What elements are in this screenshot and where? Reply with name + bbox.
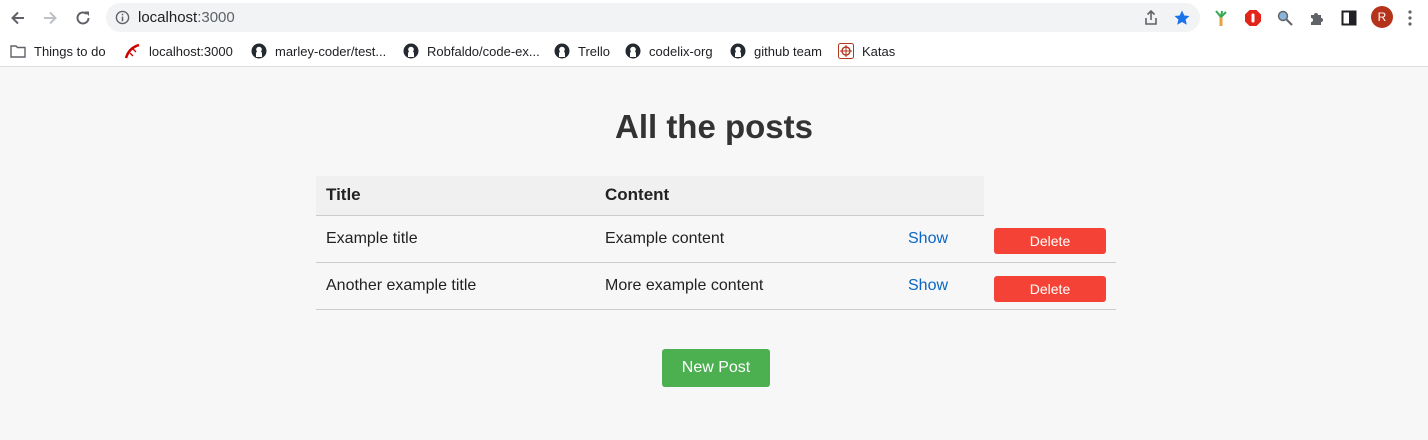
extension-vegetable-icon[interactable] xyxy=(1211,8,1231,28)
bookmark-star-icon[interactable] xyxy=(1173,9,1191,27)
delete-button[interactable]: Delete xyxy=(994,275,1106,302)
forward-button[interactable] xyxy=(39,7,61,29)
bookmark-trello[interactable]: Trello xyxy=(554,41,610,61)
address-bar[interactable]: localhost:3000 xyxy=(106,3,1200,32)
post-content: More example content xyxy=(595,262,886,310)
share-icon[interactable] xyxy=(1142,9,1160,27)
extension-search-icon[interactable] xyxy=(1275,8,1295,28)
github-icon xyxy=(403,43,419,59)
bookmark-localhost[interactable]: localhost:3000 xyxy=(125,41,233,61)
post-content: Example content xyxy=(595,215,886,263)
show-link[interactable]: Show xyxy=(896,230,948,247)
side-panel-icon[interactable] xyxy=(1339,8,1359,28)
extensions-puzzle-icon[interactable] xyxy=(1307,8,1327,28)
posts-table: Title Content Example title Example cont… xyxy=(316,176,1116,310)
table-row: Another example title More example conte… xyxy=(316,262,1116,310)
profile-avatar[interactable]: R xyxy=(1371,6,1393,28)
post-title: Another example title xyxy=(316,262,595,310)
new-post-button[interactable]: New Post xyxy=(662,349,770,387)
reload-icon xyxy=(76,11,90,25)
back-arrow-icon xyxy=(11,11,24,25)
github-icon xyxy=(251,43,267,59)
column-header-delete xyxy=(984,176,1116,215)
bookmark-things-to-do[interactable]: Things to do xyxy=(10,41,106,61)
browser-toolbar: localhost:3000 R xyxy=(0,0,1428,36)
table-header-row: Title Content xyxy=(316,176,1116,216)
forward-arrow-icon xyxy=(44,11,57,25)
adblock-icon[interactable] xyxy=(1243,8,1263,28)
github-icon xyxy=(554,43,570,59)
delete-button[interactable]: Delete xyxy=(994,228,1106,255)
more-menu-icon[interactable] xyxy=(1403,8,1417,28)
codewars-icon xyxy=(838,43,854,59)
column-header-show xyxy=(886,176,984,216)
bookmark-robfaldo[interactable]: Robfaldo/code-ex... xyxy=(403,41,540,61)
show-link[interactable]: Show xyxy=(896,277,948,294)
bookmarks-bar: Things to do localhost:3000 marley-coder… xyxy=(0,36,1428,67)
column-header-title: Title xyxy=(316,176,595,216)
post-title: Example title xyxy=(316,215,595,263)
bookmark-github-team[interactable]: github team xyxy=(730,41,822,61)
rails-icon xyxy=(125,43,140,59)
site-info-icon[interactable] xyxy=(115,10,130,25)
folder-icon xyxy=(10,45,26,58)
table-row: Example title Example content Show Delet… xyxy=(316,215,1116,263)
bookmark-marley-coder[interactable]: marley-coder/test... xyxy=(251,41,386,61)
bookmark-katas[interactable]: Katas xyxy=(838,41,895,61)
url-text: localhost:3000 xyxy=(138,9,235,26)
page-title: All the posts xyxy=(614,108,814,145)
back-button[interactable] xyxy=(7,7,29,29)
bookmark-codelix-org[interactable]: codelix-org xyxy=(625,41,713,61)
reload-button[interactable] xyxy=(72,7,94,29)
column-header-content: Content xyxy=(595,176,886,216)
github-icon xyxy=(625,43,641,59)
github-icon xyxy=(730,43,746,59)
